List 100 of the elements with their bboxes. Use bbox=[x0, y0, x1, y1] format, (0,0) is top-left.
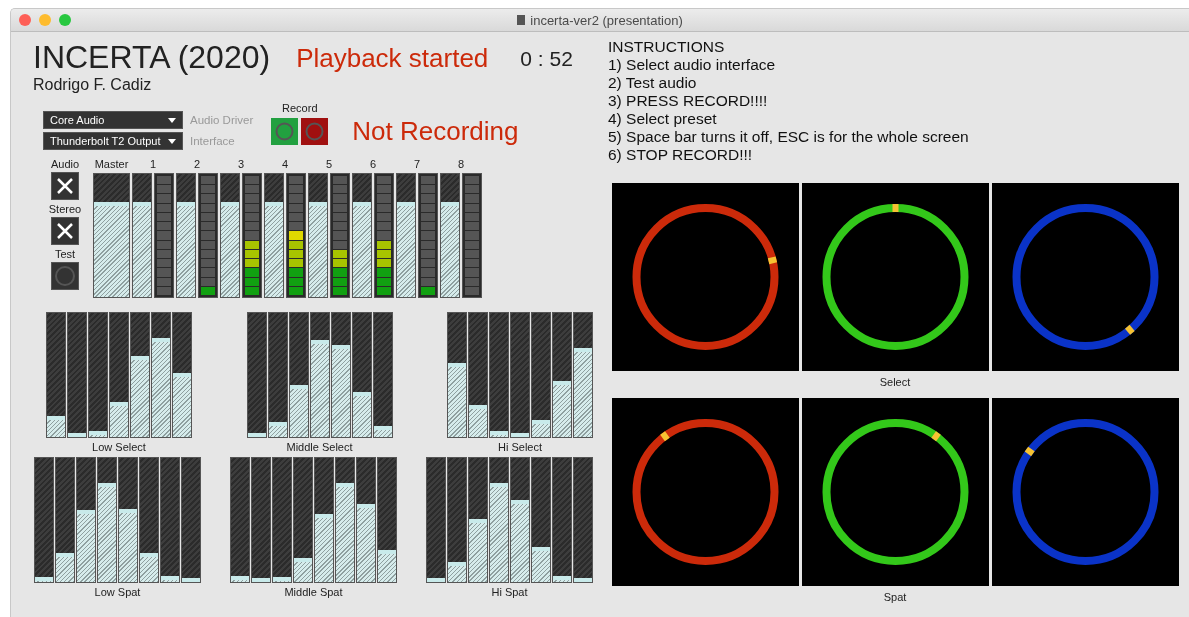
dropdown[interactable]: Thunderbolt T2 Output bbox=[43, 132, 183, 150]
channel-label: 3 bbox=[237, 158, 245, 170]
dropdown[interactable]: Core Audio bbox=[43, 111, 183, 129]
band-slider[interactable] bbox=[181, 457, 201, 583]
band-slider[interactable] bbox=[172, 312, 192, 438]
toggle-button[interactable] bbox=[51, 217, 79, 245]
toggle-label: Audio bbox=[50, 158, 80, 170]
band-slider[interactable] bbox=[118, 457, 138, 583]
band-slider[interactable] bbox=[356, 457, 376, 583]
band-slider[interactable] bbox=[309, 312, 330, 438]
gain-slider[interactable] bbox=[93, 173, 130, 298]
gain-slider[interactable] bbox=[440, 173, 460, 298]
band-slider[interactable] bbox=[330, 312, 351, 438]
group-label: Hi Select bbox=[498, 441, 542, 453]
gain-slider[interactable] bbox=[352, 173, 372, 298]
dial[interactable] bbox=[801, 398, 989, 586]
band-slider[interactable] bbox=[335, 457, 355, 583]
position-marker bbox=[892, 204, 898, 212]
document-icon bbox=[517, 15, 526, 25]
band-slider[interactable] bbox=[88, 312, 108, 438]
band-slider[interactable] bbox=[372, 312, 393, 438]
band-slider[interactable] bbox=[109, 312, 129, 438]
record-label: Record bbox=[282, 102, 318, 114]
instruction-line: 5) Space bar turns it off, ESC is for the whole screen bbox=[608, 128, 970, 146]
band-slider[interactable] bbox=[97, 457, 117, 583]
playback-status: Playback started bbox=[296, 42, 489, 75]
group-label: Middle Spat bbox=[284, 586, 343, 598]
cross-icon bbox=[57, 223, 73, 239]
band-slider[interactable] bbox=[246, 312, 267, 438]
dial[interactable] bbox=[611, 398, 799, 586]
band-slider[interactable] bbox=[160, 457, 180, 583]
band-slider[interactable] bbox=[288, 312, 309, 438]
dial[interactable] bbox=[611, 183, 799, 371]
gain-slider[interactable] bbox=[308, 173, 328, 298]
band-slider[interactable] bbox=[151, 312, 171, 438]
ring-icon bbox=[54, 265, 76, 287]
band-slider[interactable] bbox=[531, 457, 551, 583]
band-slider[interactable] bbox=[139, 457, 159, 583]
gain-slider[interactable] bbox=[176, 173, 196, 298]
band-slider[interactable] bbox=[510, 457, 530, 583]
band-slider[interactable] bbox=[55, 457, 75, 583]
band-slider[interactable] bbox=[510, 312, 530, 438]
gain-slider[interactable] bbox=[396, 173, 416, 298]
dial-group-label: Select bbox=[879, 376, 911, 388]
cross-icon bbox=[57, 178, 73, 194]
toggle-button[interactable] bbox=[51, 262, 79, 290]
band-slider[interactable] bbox=[489, 312, 509, 438]
band-slider[interactable] bbox=[531, 312, 551, 438]
band-slider[interactable] bbox=[67, 312, 87, 438]
recording-status: Not Recording bbox=[352, 116, 519, 148]
band-slider[interactable] bbox=[447, 312, 467, 438]
band-slider[interactable] bbox=[489, 457, 509, 583]
band-slider[interactable] bbox=[552, 457, 572, 583]
dropdown-label: Interface bbox=[190, 135, 235, 147]
band-slider[interactable] bbox=[76, 457, 96, 583]
band-slider[interactable] bbox=[272, 457, 292, 583]
dial[interactable] bbox=[801, 183, 989, 371]
caret-icon bbox=[168, 117, 176, 123]
position-marker bbox=[1124, 324, 1135, 335]
toggle-label: Stereo bbox=[48, 203, 82, 215]
instruction-line: 1) Select audio interface bbox=[608, 56, 777, 74]
toggle-button[interactable] bbox=[51, 172, 79, 200]
position-marker bbox=[1024, 446, 1035, 457]
record-button[interactable] bbox=[271, 118, 299, 145]
channel-label: Master bbox=[94, 158, 129, 170]
band-slider[interactable] bbox=[426, 457, 446, 583]
band-slider[interactable] bbox=[130, 312, 150, 438]
band-slider[interactable] bbox=[573, 312, 593, 438]
band-slider[interactable] bbox=[293, 457, 313, 583]
band-slider[interactable] bbox=[552, 312, 572, 438]
band-slider[interactable] bbox=[573, 457, 593, 583]
band-slider[interactable] bbox=[251, 457, 271, 583]
band-slider[interactable] bbox=[377, 457, 397, 583]
band-slider[interactable] bbox=[468, 312, 488, 438]
gain-slider[interactable] bbox=[264, 173, 284, 298]
app-title: INCERTA (2020) bbox=[33, 38, 271, 76]
channel-label: 1 bbox=[149, 158, 157, 170]
instruction-line: 3) PRESS RECORD!!!! bbox=[608, 92, 769, 110]
group-label: Low Spat bbox=[94, 586, 141, 598]
group-label: Hi Spat bbox=[491, 586, 528, 598]
band-slider[interactable] bbox=[447, 457, 467, 583]
band-slider[interactable] bbox=[230, 457, 250, 583]
toggle-label: Test bbox=[54, 248, 76, 260]
gain-slider[interactable] bbox=[220, 173, 240, 298]
caret-icon bbox=[168, 138, 176, 144]
channel-label: 2 bbox=[193, 158, 201, 170]
gain-slider[interactable] bbox=[132, 173, 152, 298]
band-slider[interactable] bbox=[267, 312, 288, 438]
window-title: incerta-ver2 (presentation) bbox=[530, 12, 683, 28]
record-button[interactable] bbox=[301, 118, 329, 145]
channel-label: 8 bbox=[457, 158, 465, 170]
position-marker bbox=[767, 256, 777, 265]
band-slider[interactable] bbox=[34, 457, 54, 583]
band-slider[interactable] bbox=[46, 312, 66, 438]
band-slider[interactable] bbox=[314, 457, 334, 583]
dropdown-label: Audio Driver bbox=[190, 114, 254, 126]
dial-group-label: Spat bbox=[883, 591, 907, 603]
band-slider[interactable] bbox=[351, 312, 372, 438]
position-marker bbox=[659, 431, 670, 442]
band-slider[interactable] bbox=[468, 457, 488, 583]
